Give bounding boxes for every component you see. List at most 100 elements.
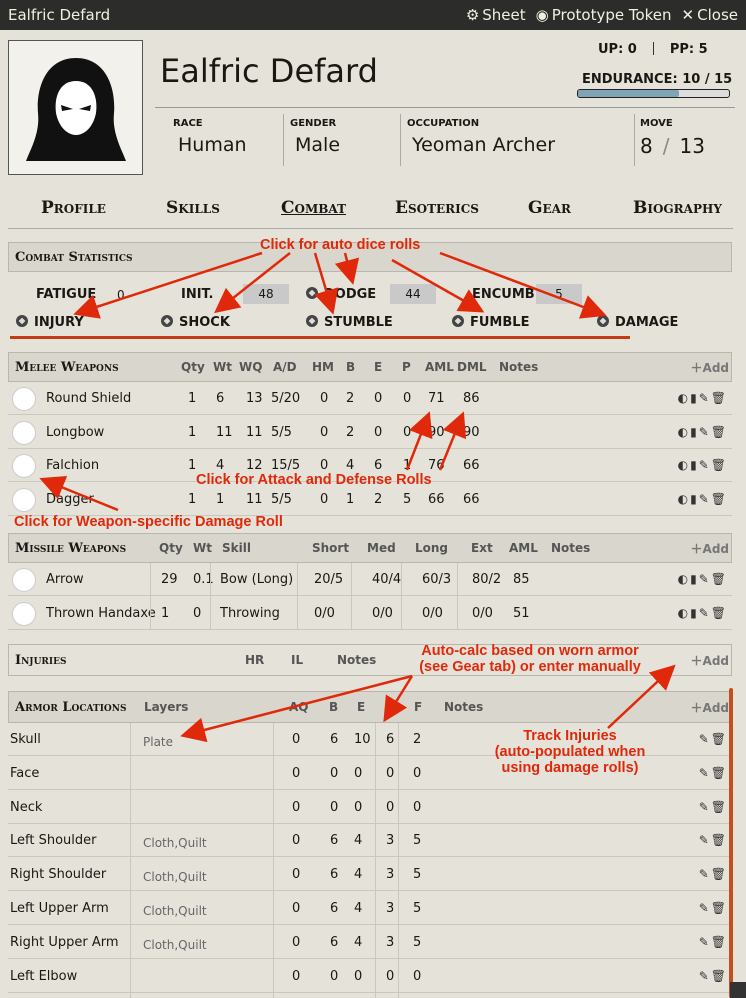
injuries-add-button[interactable]: ＋Add — [691, 652, 729, 669]
row-actions[interactable]: ◐▮✎🗑 — [678, 606, 728, 620]
location-cell[interactable]: 6 — [330, 833, 338, 848]
weapon-damage-roll-icon[interactable] — [12, 568, 36, 592]
location-cell[interactable]: 3 — [386, 935, 394, 950]
location-cell[interactable]: 0 — [330, 800, 338, 815]
row-actions[interactable]: ✎🗑 — [699, 969, 728, 983]
fumble-roll[interactable]: FUMBLE — [452, 315, 529, 330]
armor-add-button[interactable]: ＋Add — [691, 699, 729, 716]
shock-roll[interactable]: SHOCK — [161, 315, 230, 330]
occupation-value[interactable]: Yeoman Archer — [412, 134, 555, 156]
location-layers[interactable]: Cloth,Quilt — [143, 870, 207, 884]
weapon-cell[interactable]: 90 — [463, 425, 480, 440]
location-cell[interactable]: 3 — [386, 833, 394, 848]
location-cell[interactable]: 6 — [330, 901, 338, 916]
dodge-roll[interactable]: DODGE — [306, 287, 376, 302]
character-name[interactable]: Ealfric Defard — [160, 52, 378, 90]
row-actions[interactable]: ✎🗑 — [699, 833, 728, 847]
weapon-cell[interactable]: 66 — [463, 492, 480, 507]
location-cell[interactable]: 0 — [292, 969, 300, 984]
location-cell[interactable]: 0 — [354, 766, 362, 781]
gender-field[interactable]: GENDER Male — [290, 118, 340, 156]
location-cell[interactable]: 2 — [413, 732, 421, 747]
location-cell[interactable]: 0 — [292, 766, 300, 781]
location-cell[interactable]: 5 — [413, 867, 421, 882]
location-cell[interactable]: 0 — [292, 800, 300, 815]
row-actions[interactable]: ◐▮✎🗑 — [678, 572, 728, 586]
weapon-cell[interactable]: 66 — [463, 458, 480, 473]
row-actions[interactable]: ◐▮✎🗑 — [678, 492, 728, 506]
weapon-name[interactable]: Longbow — [46, 425, 104, 440]
missile-add-button[interactable]: ＋Add — [691, 540, 729, 557]
tab-biography[interactable]: Biography — [633, 198, 722, 218]
location-cell[interactable]: 4 — [354, 867, 362, 882]
row-actions[interactable]: ✎🗑 — [699, 935, 728, 949]
location-cell[interactable]: 0 — [292, 867, 300, 882]
weapon-cell[interactable]: 71 — [428, 391, 445, 406]
weapon-damage-roll-icon[interactable] — [12, 601, 36, 626]
tab-esoterics[interactable]: Esoterics — [395, 198, 479, 218]
weapon-name[interactable]: Arrow — [46, 572, 84, 587]
location-cell[interactable]: 4 — [354, 833, 362, 848]
row-actions[interactable]: ✎🗑 — [699, 732, 728, 746]
close-button[interactable]: ✕ Close — [682, 6, 738, 24]
race-field[interactable]: RACE Human — [173, 118, 247, 156]
resize-handle[interactable] — [730, 982, 746, 998]
prototype-token-button[interactable]: ◉ Prototype Token — [536, 6, 672, 24]
location-cell[interactable]: 0 — [413, 800, 421, 815]
pp-value[interactable]: PP: 5 — [670, 42, 708, 57]
location-cell[interactable]: 6 — [330, 935, 338, 950]
location-cell[interactable]: 5 — [413, 935, 421, 950]
row-actions[interactable]: ✎🗑 — [699, 901, 728, 915]
row-actions[interactable]: ◐▮✎🗑 — [678, 458, 728, 472]
location-cell[interactable]: 0 — [386, 800, 394, 815]
location-cell[interactable]: 0 — [413, 969, 421, 984]
damage-roll[interactable]: DAMAGE — [597, 315, 678, 330]
location-cell[interactable]: 4 — [354, 901, 362, 916]
location-cell[interactable]: 10 — [354, 732, 371, 747]
location-cell[interactable]: 0 — [330, 969, 338, 984]
location-cell[interactable]: 0 — [354, 800, 362, 815]
row-actions[interactable]: ✎🗑 — [699, 766, 728, 780]
tab-gear[interactable]: Gear — [528, 198, 571, 218]
tab-skills[interactable]: Skills — [166, 198, 220, 218]
occupation-field[interactable]: OCCUPATION Yeoman Archer — [407, 118, 555, 156]
location-cell[interactable]: 0 — [292, 732, 300, 747]
melee-add-button[interactable]: ＋Add — [691, 359, 729, 376]
weapon-cell[interactable]: 66 — [428, 492, 445, 507]
location-layers[interactable]: Cloth,Quilt — [143, 904, 207, 918]
weapon-damage-roll-icon[interactable] — [12, 487, 36, 512]
location-cell[interactable]: 0 — [292, 833, 300, 848]
stumble-roll[interactable]: STUMBLE — [306, 315, 393, 330]
tab-profile[interactable]: Profile — [41, 198, 106, 218]
up-value[interactable]: UP: 0 — [598, 42, 637, 57]
location-cell[interactable]: 6 — [386, 732, 394, 747]
row-actions[interactable]: ✎🗑 — [699, 867, 728, 881]
location-layers[interactable]: Cloth,Quilt — [143, 938, 207, 952]
location-cell[interactable]: 6 — [330, 867, 338, 882]
sheet-button[interactable]: ⚙ Sheet — [466, 6, 526, 24]
row-actions[interactable]: ◐▮✎🗑 — [678, 425, 728, 439]
weapon-damage-roll-icon[interactable] — [12, 454, 36, 478]
weapon-cell[interactable]: 90 — [428, 425, 445, 440]
location-cell[interactable]: 0 — [292, 901, 300, 916]
location-cell[interactable]: 0 — [386, 766, 394, 781]
row-actions[interactable]: ◐▮✎🗑 — [678, 391, 728, 405]
location-cell[interactable]: 0 — [413, 766, 421, 781]
location-cell[interactable]: 5 — [413, 833, 421, 848]
weapon-damage-roll-icon[interactable] — [12, 387, 36, 411]
injury-roll[interactable]: INJURY — [16, 315, 84, 330]
race-value[interactable]: Human — [178, 134, 247, 156]
weapon-name[interactable]: Dagger — [46, 492, 94, 507]
location-cell[interactable]: 0 — [354, 969, 362, 984]
location-cell[interactable]: 6 — [330, 732, 338, 747]
weapon-cell[interactable]: 76 — [428, 458, 445, 473]
location-layers[interactable]: Plate — [143, 735, 173, 749]
init-value[interactable]: 48 — [243, 284, 289, 304]
gender-value[interactable]: Male — [295, 134, 340, 156]
portrait[interactable] — [8, 40, 143, 175]
location-cell[interactable]: 4 — [354, 935, 362, 950]
weapon-name[interactable]: Round Shield — [46, 391, 131, 406]
dodge-value[interactable]: 44 — [390, 284, 436, 304]
weapon-name[interactable]: Falchion — [46, 458, 99, 473]
tab-combat[interactable]: Combat — [281, 198, 346, 218]
